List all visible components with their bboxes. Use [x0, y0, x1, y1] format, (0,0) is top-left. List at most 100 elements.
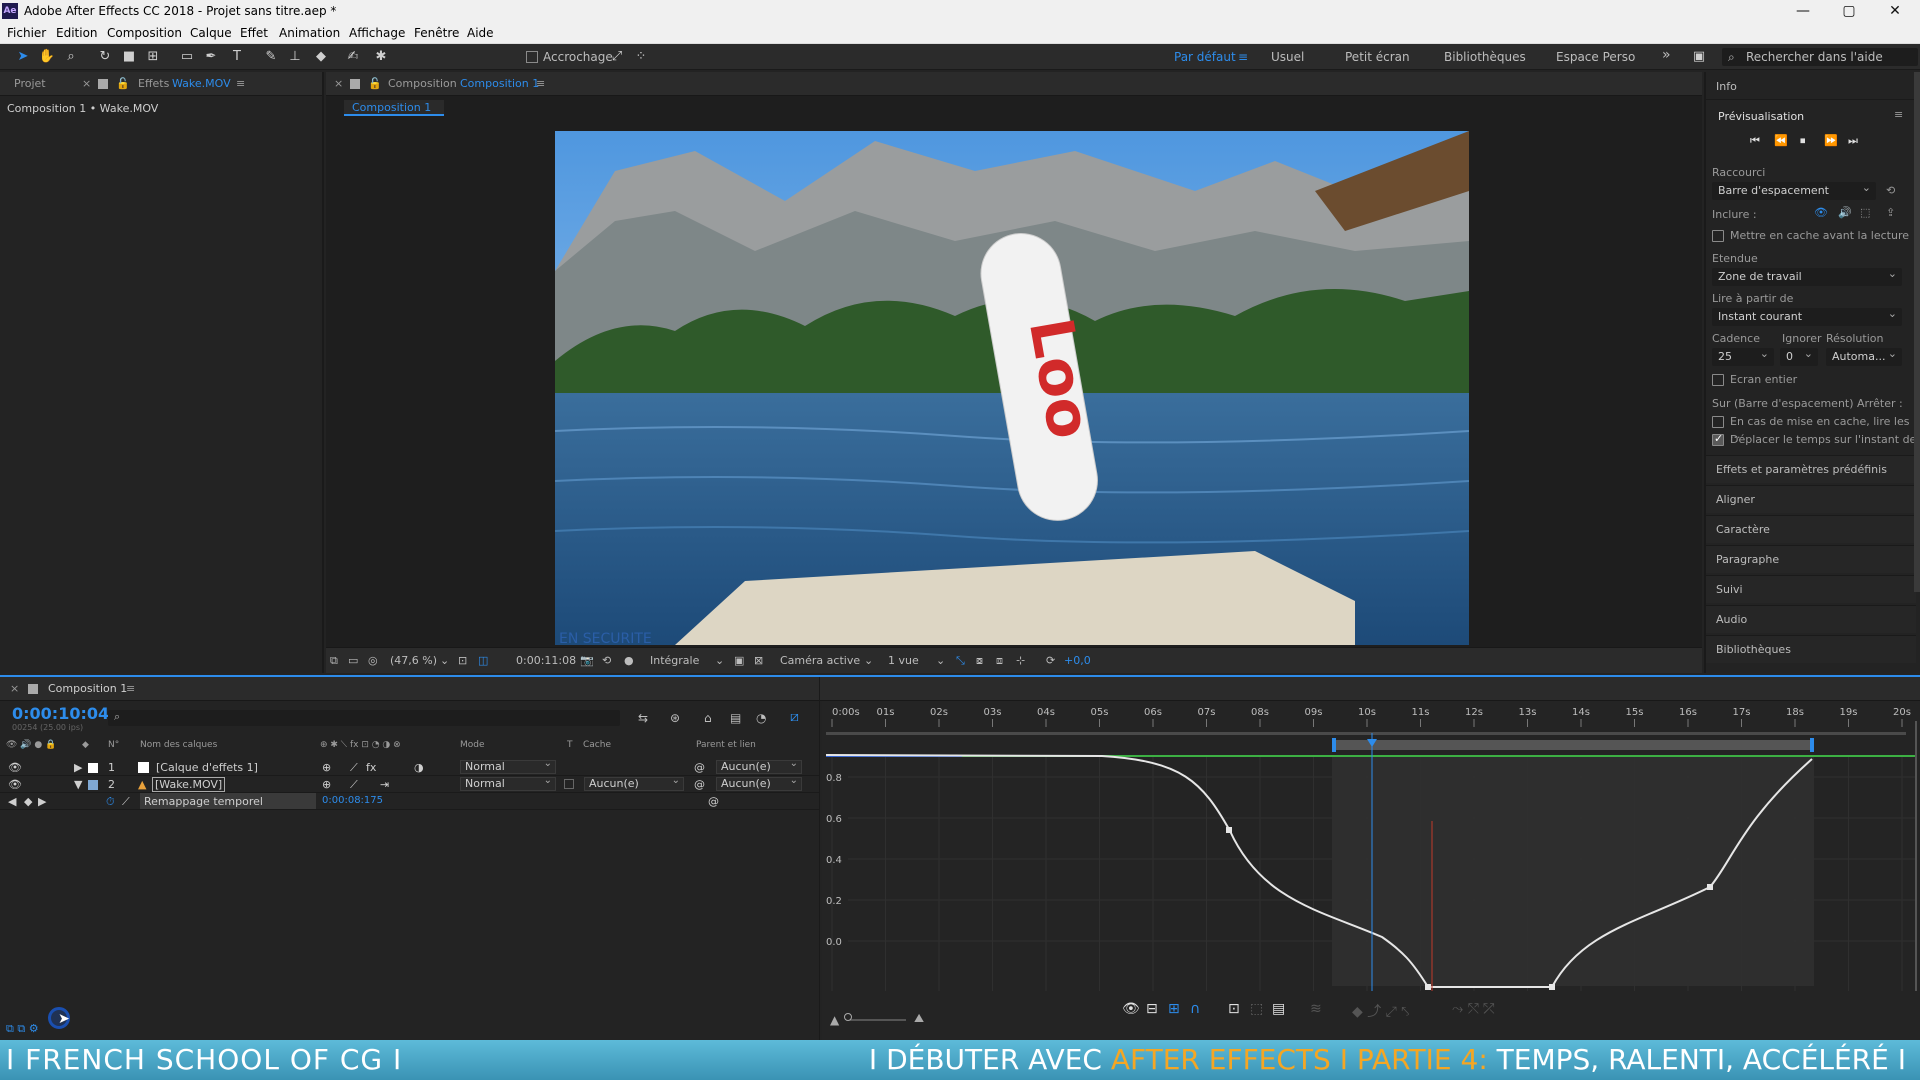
- menu-fenetre[interactable]: Fenêtre: [414, 26, 459, 40]
- workspace-usuel[interactable]: Usuel: [1271, 50, 1304, 64]
- include-audio-icon[interactable]: 🔊: [1838, 206, 1852, 219]
- menu-fichier[interactable]: Fichier: [7, 26, 46, 40]
- fullscreen-checkbox[interactable]: [1712, 374, 1724, 386]
- close-button[interactable]: ✕: [1872, 0, 1918, 24]
- work-area-start-handle[interactable]: [1332, 738, 1336, 752]
- pen-tool-icon[interactable]: ✒: [202, 48, 220, 66]
- layer-quality-icon[interactable]: ⟋: [350, 778, 358, 792]
- info-section[interactable]: Info: [1706, 72, 1916, 100]
- layer-label-color[interactable]: [88, 763, 98, 773]
- range-dropdown[interactable]: Zone de travail: [1712, 265, 1902, 286]
- section-libraries[interactable]: Bibliothèques: [1706, 635, 1916, 663]
- resolution-dropdown-preview[interactable]: Automa...: [1826, 345, 1902, 366]
- snapshot-icon[interactable]: 📷: [580, 654, 594, 667]
- ignore-dropdown[interactable]: 0: [1780, 345, 1818, 366]
- layer-row[interactable]: 👁 ▶ 1 [Calque d'effets 1] ⊕ ⟋ fx ◑ Norma…: [0, 758, 820, 776]
- right-panel-scrollbar[interactable]: [1914, 72, 1920, 592]
- comp-mini-flowchart-icon[interactable]: ⇆: [638, 711, 648, 725]
- export-icon[interactable]: ⇪: [1886, 206, 1895, 219]
- layer-name[interactable]: [Calque d'effets 1]: [156, 761, 258, 774]
- roi-icon[interactable]: ▣: [734, 654, 744, 667]
- snap-icon[interactable]: ∩: [1190, 1001, 1200, 1017]
- timeline-icon[interactable]: ⧈: [996, 654, 1003, 668]
- zoom-tool-icon[interactable]: ⌕: [62, 48, 80, 66]
- toggle-pixel-icon[interactable]: ⤡: [956, 654, 965, 668]
- camera-dropdown[interactable]: Caméra active: [780, 654, 860, 667]
- next-frame-icon[interactable]: ⏩: [1824, 134, 1838, 147]
- keyframe[interactable]: [1425, 984, 1431, 990]
- exposure-reset-icon[interactable]: ⟳: [1046, 654, 1055, 667]
- section-character[interactable]: Caractère: [1706, 515, 1916, 543]
- roto-brush-tool-icon[interactable]: ✍: [344, 48, 362, 66]
- layer-fx-icon[interactable]: fx: [366, 761, 376, 774]
- layer-parent-dropdown[interactable]: Aucun(e): [716, 758, 802, 774]
- graph-editor-icon[interactable]: ⧄: [790, 709, 799, 725]
- zoom-slider-handle[interactable]: [844, 1013, 852, 1021]
- reset-shortcut-icon[interactable]: ⟲: [1886, 184, 1895, 197]
- resolution-dropdown[interactable]: Intégrale: [650, 654, 699, 667]
- prev-keyframe-icon[interactable]: ◀: [8, 795, 16, 808]
- fit-all-icon[interactable]: ⬚: [1250, 1001, 1263, 1017]
- minimize-button[interactable]: —: [1780, 0, 1826, 24]
- menu-animation[interactable]: Animation: [279, 26, 340, 40]
- layer-expand-icon[interactable]: ▶: [74, 761, 82, 774]
- layer-mode-dropdown[interactable]: Normal: [460, 758, 556, 774]
- flowchart-icon[interactable]: ⊹: [1016, 654, 1025, 667]
- region-icon[interactable]: ◫: [478, 654, 488, 667]
- menu-composition[interactable]: Composition: [107, 26, 182, 40]
- layer-mode-dropdown[interactable]: Normal: [460, 775, 556, 791]
- layer-quality-icon[interactable]: ⟋: [350, 761, 358, 775]
- menu-edition[interactable]: Edition: [56, 26, 98, 40]
- layer-adjustment-icon[interactable]: ◑: [414, 761, 424, 774]
- close-comp-tab-icon[interactable]: ×: [334, 77, 343, 90]
- pan-behind-tool-icon[interactable]: ⊞: [144, 48, 162, 66]
- current-time[interactable]: 0:00:10:04: [12, 704, 109, 723]
- camera-chevron-icon[interactable]: ⌄: [864, 654, 873, 667]
- snap-checkbox[interactable]: [526, 51, 538, 63]
- prev-frame-icon[interactable]: ⏪: [1774, 134, 1788, 147]
- draft-3d-icon[interactable]: ⊛: [670, 711, 680, 725]
- composition-frame[interactable]: Loo EN SECURITE: [555, 131, 1469, 645]
- clone-stamp-tool-icon[interactable]: ⊥: [286, 48, 304, 66]
- timeline-navigator[interactable]: [826, 732, 1906, 735]
- graph-toggle-icon[interactable]: ⟋: [122, 795, 130, 809]
- text-tool-icon[interactable]: T: [228, 48, 246, 66]
- zoom-slider[interactable]: [850, 1019, 906, 1021]
- comp-panel-menu-icon[interactable]: ≡: [536, 77, 545, 90]
- show-properties-icon[interactable]: 👁: [1122, 1001, 1140, 1017]
- layer-search-input[interactable]: ⌕: [108, 710, 620, 726]
- section-tracker[interactable]: Suivi: [1706, 575, 1916, 603]
- preview-menu-icon[interactable]: ≡: [1894, 108, 1903, 121]
- layer-label-color[interactable]: [88, 780, 98, 790]
- menu-calque[interactable]: Calque: [190, 26, 232, 40]
- always-preview-icon[interactable]: ⧉: [330, 654, 338, 668]
- zoom-chevron-icon[interactable]: ⌄: [440, 654, 449, 667]
- more-workspaces-icon[interactable]: »: [1662, 47, 1671, 63]
- menu-effet[interactable]: Effet: [240, 26, 268, 40]
- section-effects-presets[interactable]: Effets et paramètres prédéfinis: [1706, 455, 1916, 483]
- graph-type-icon[interactable]: ⊟: [1146, 1001, 1158, 1017]
- comp-lock-icon[interactable]: 🔓: [368, 77, 382, 90]
- edit-keyframe-icon[interactable]: ≋: [1310, 1001, 1322, 1017]
- tab-effets[interactable]: Effets: [138, 77, 169, 90]
- first-frame-icon[interactable]: ⏮: [1750, 134, 1760, 148]
- maximize-button[interactable]: ▢: [1826, 0, 1872, 24]
- layer-shy-icon[interactable]: ⊕: [322, 778, 331, 791]
- parent-pickwhip-icon[interactable]: @: [694, 761, 705, 774]
- eraser-tool-icon[interactable]: ◆: [312, 48, 330, 66]
- work-area-end-handle[interactable]: [1810, 738, 1814, 752]
- layer-shy-icon[interactable]: ⊕: [322, 761, 331, 774]
- panel-layout-icon[interactable]: ▣: [1690, 48, 1708, 66]
- motion-blur-icon[interactable]: ◔: [756, 711, 766, 725]
- graph-editor[interactable]: 0:00s 01s 02s 03s 04s 05s 06s 07s 08s 09s 10s 11s 12…: [822, 701, 1920, 1042]
- zoom-in-icon[interactable]: ⛰: [914, 1011, 924, 1026]
- rotate-tool-icon[interactable]: ↻: [96, 48, 114, 66]
- menu-affichage[interactable]: Affichage: [349, 26, 405, 40]
- zoom-dropdown[interactable]: (47,6 %): [390, 654, 437, 667]
- include-overlay-icon[interactable]: ⬚: [1860, 206, 1870, 219]
- snap-option-icon[interactable]: ⤢: [608, 48, 626, 66]
- include-video-icon[interactable]: 👁: [1814, 206, 1828, 219]
- help-search-input[interactable]: ⌕ Rechercher dans l'aide: [1722, 48, 1918, 66]
- section-audio[interactable]: Audio: [1706, 605, 1916, 633]
- comp-flowchart-icon[interactable]: ⧉ ⧉ ⚙: [6, 1022, 39, 1036]
